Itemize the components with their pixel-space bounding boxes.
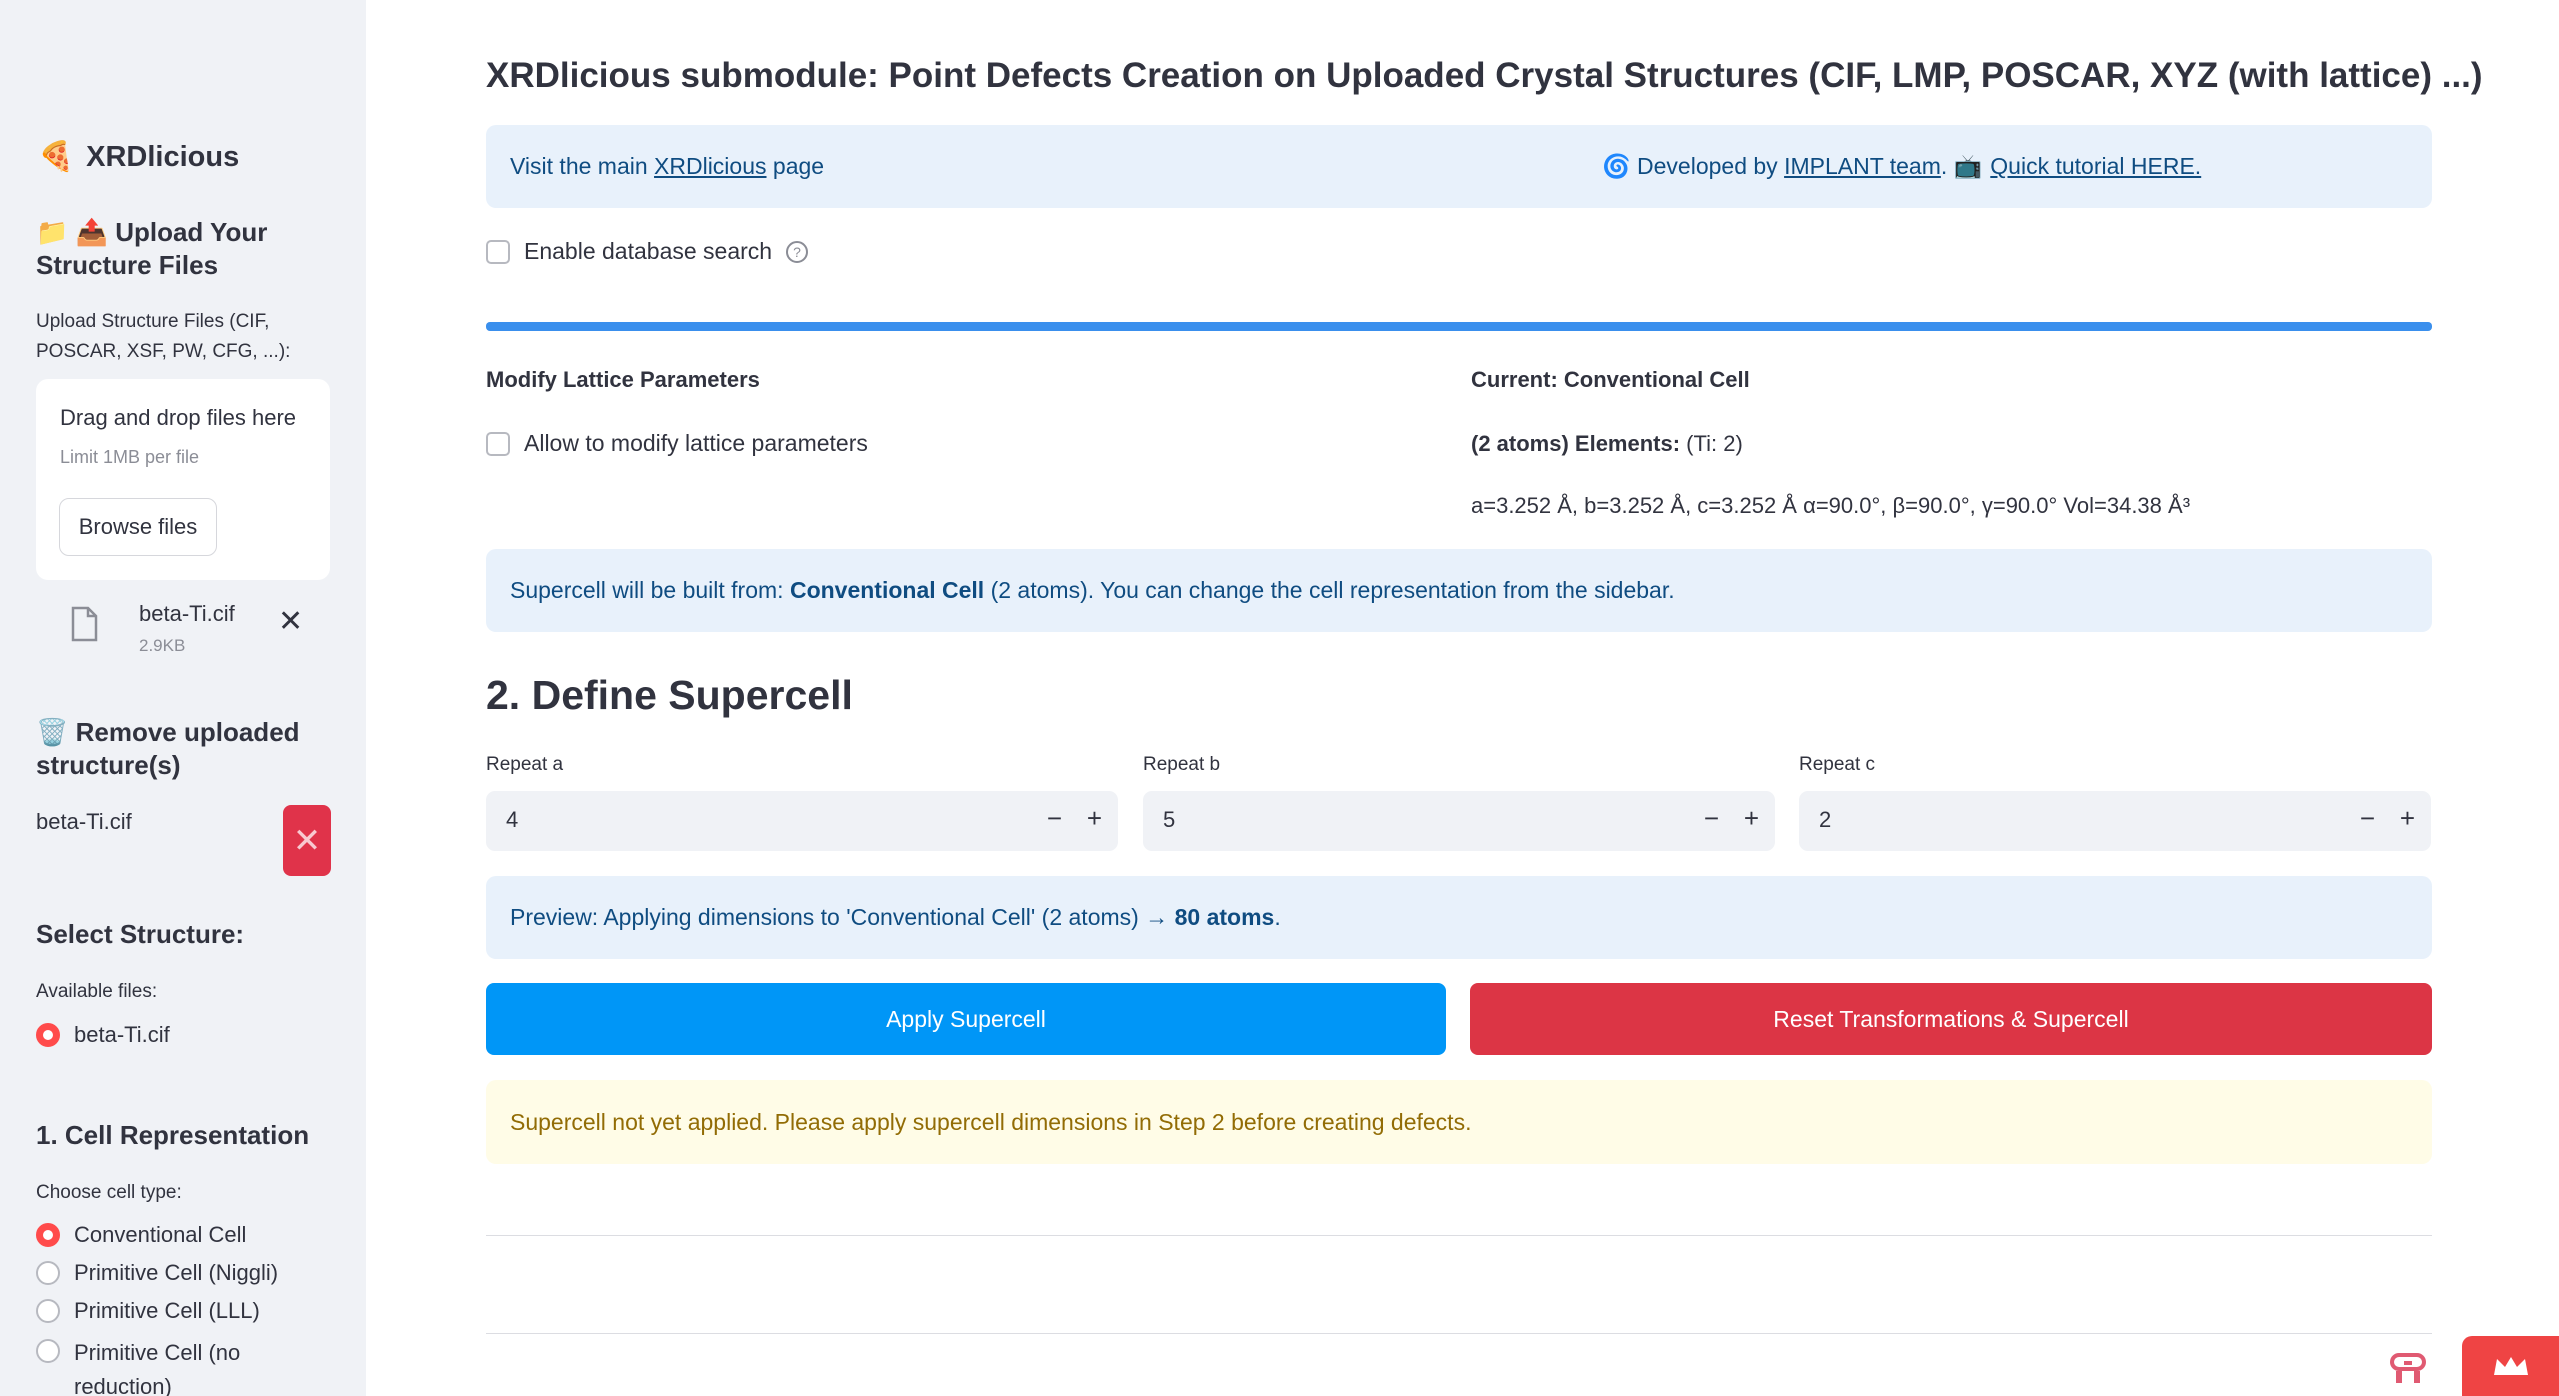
select-structure-heading: Select Structure: bbox=[36, 919, 245, 949]
supercell-info-prefix: Supercell will be built from: bbox=[510, 577, 790, 603]
close-icon[interactable]: ✕ bbox=[278, 604, 303, 639]
cell-type-label: Choose cell type: bbox=[36, 1182, 182, 1203]
page-title: XRDlicious submodule: Point Defects Crea… bbox=[486, 56, 2483, 95]
uploaded-file-item: beta-Ti.cif 2.9KB ✕ bbox=[36, 588, 330, 668]
elements-label: (2 atoms) Elements: bbox=[1471, 431, 1681, 456]
cell-option-label: Conventional Cell bbox=[74, 1222, 247, 1247]
upload-heading: 📁 📤 Upload Your Structure Files bbox=[36, 217, 268, 280]
define-supercell-heading: 2. Define Supercell bbox=[486, 672, 853, 718]
repeat-c-value[interactable]: 2 bbox=[1819, 807, 1831, 833]
preview-atoms: 80 atoms bbox=[1174, 904, 1275, 930]
brand-label: XRDlicious bbox=[86, 140, 240, 173]
cell-representation-heading: 1. Cell Representation bbox=[36, 1120, 310, 1150]
spiral-icon: 🌀 bbox=[1602, 153, 1631, 179]
supercell-info-suffix: (2 atoms). You can change the cell repre… bbox=[984, 577, 1675, 603]
minus-icon[interactable]: − bbox=[2360, 803, 2375, 834]
plus-icon[interactable]: + bbox=[2400, 803, 2415, 834]
uploaded-file-name: beta-Ti.cif bbox=[139, 601, 235, 626]
repeat-a-input[interactable]: 4 − + bbox=[486, 791, 1118, 851]
available-file-option[interactable]: beta-Ti.cif bbox=[36, 1022, 170, 1048]
elements-line: (2 atoms) Elements: (Ti: 2) bbox=[1471, 431, 1743, 457]
developed-mid: . bbox=[1940, 153, 1954, 179]
help-icon[interactable]: ? bbox=[786, 240, 809, 263]
repeat-b-label: Repeat b bbox=[1143, 754, 1221, 775]
x-icon: ✕ bbox=[292, 821, 322, 860]
reset-transformations-button[interactable]: Reset Transformations & Supercell bbox=[1470, 983, 2432, 1055]
streamlit-crown-badge[interactable] bbox=[2462, 1336, 2559, 1396]
pizza-icon: 🍕 bbox=[38, 141, 75, 173]
developed-by-box: 🌀 Developed by IMPLANT team . 📺 Quick tu… bbox=[1578, 125, 2432, 208]
radio-empty-icon[interactable] bbox=[36, 1339, 60, 1363]
cell-option-conventional[interactable]: Conventional Cell bbox=[36, 1222, 246, 1248]
sidebar: 🍕 XRDlicious 📁 📤 Upload Your Structure F… bbox=[0, 0, 366, 1396]
remove-item-label: beta-Ti.cif bbox=[36, 809, 132, 834]
quick-tutorial-link[interactable]: Quick tutorial HERE. bbox=[1990, 153, 2201, 180]
modify-lattice-label: Allow to modify lattice parameters bbox=[524, 430, 868, 456]
tv-icon: 📺 bbox=[1953, 153, 1983, 179]
uploaded-file-size: 2.9KB bbox=[139, 636, 186, 655]
divider bbox=[486, 1235, 2432, 1236]
radio-empty-icon[interactable] bbox=[36, 1299, 60, 1323]
file-icon bbox=[71, 606, 98, 642]
crown-icon bbox=[2493, 1357, 2528, 1375]
cell-option-niggli[interactable]: Primitive Cell (Niggli) bbox=[36, 1260, 278, 1286]
preview-info: Preview: Applying dimensions to 'Convent… bbox=[486, 876, 2432, 959]
browse-files-button[interactable]: Browse files bbox=[59, 498, 217, 556]
checkbox[interactable] bbox=[486, 239, 510, 264]
supercell-source-info: Supercell will be built from: Convention… bbox=[486, 549, 2432, 632]
radio-selected-icon[interactable] bbox=[36, 1223, 60, 1247]
elements-value: (Ti: 2) bbox=[1680, 431, 1743, 456]
progress-bar bbox=[486, 322, 2432, 331]
file-dropzone[interactable]: Drag and drop files here Limit 1MB per f… bbox=[36, 379, 330, 580]
cell-option-lll[interactable]: Primitive Cell (LLL) bbox=[36, 1298, 260, 1324]
sidebar-brand: 🍕 XRDlicious bbox=[38, 140, 239, 174]
database-search-label: Enable database search bbox=[524, 238, 773, 264]
apply-supercell-button[interactable]: Apply Supercell bbox=[486, 983, 1446, 1055]
divider bbox=[486, 1333, 2432, 1334]
cell-option-label: Primitive Cell (Niggli) bbox=[74, 1260, 279, 1285]
streamlit-mascot-icon[interactable] bbox=[2386, 1347, 2430, 1391]
minus-icon[interactable]: − bbox=[1047, 803, 1062, 834]
visit-main-box: Visit the main XRDlicious page bbox=[486, 125, 1676, 208]
preview-suffix: . bbox=[1274, 904, 1281, 930]
plus-icon[interactable]: + bbox=[1744, 803, 1759, 834]
implant-team-link[interactable]: IMPLANT team bbox=[1784, 153, 1941, 180]
remove-heading: 🗑️ Remove uploaded structure(s) bbox=[36, 717, 300, 780]
remove-structure-button[interactable]: ✕ bbox=[283, 805, 331, 876]
xrdlicious-link[interactable]: XRDlicious bbox=[654, 153, 766, 180]
database-search-toggle[interactable]: Enable database search ? bbox=[486, 238, 809, 265]
repeat-b-input[interactable]: 5 − + bbox=[1143, 791, 1775, 851]
plus-icon[interactable]: + bbox=[1087, 803, 1102, 834]
lattice-params: a=3.252 Å, b=3.252 Å, c=3.252 Å α=90.0°,… bbox=[1471, 493, 2191, 518]
repeat-c-label: Repeat c bbox=[1799, 754, 1876, 775]
cell-option-no-reduction[interactable]: Primitive Cell (no reduction) bbox=[36, 1336, 326, 1396]
main-content: XRDlicious submodule: Point Defects Crea… bbox=[366, 0, 2559, 1396]
lattice-heading: Modify Lattice Parameters bbox=[486, 367, 760, 392]
visit-suffix: page bbox=[766, 153, 825, 179]
progress-fill bbox=[486, 322, 2432, 331]
cell-option-label: Primitive Cell (no reduction) bbox=[74, 1340, 241, 1396]
preview-prefix: Preview: Applying dimensions to 'Convent… bbox=[510, 904, 1175, 930]
repeat-c-input[interactable]: 2 − + bbox=[1799, 791, 2431, 851]
dropzone-title: Drag and drop files here bbox=[60, 405, 297, 430]
modify-lattice-toggle[interactable]: Allow to modify lattice parameters bbox=[486, 430, 868, 457]
minus-icon[interactable]: − bbox=[1704, 803, 1719, 834]
dropzone-limit: Limit 1MB per file bbox=[60, 447, 200, 467]
available-files-label: Available files: bbox=[36, 981, 158, 1002]
available-file-label: beta-Ti.cif bbox=[74, 1022, 170, 1047]
upload-label: Upload Structure Files (CIF, POSCAR, XSF… bbox=[36, 311, 291, 362]
repeat-a-value[interactable]: 4 bbox=[506, 807, 518, 833]
repeat-a-label: Repeat a bbox=[486, 754, 564, 775]
supercell-info-bold: Conventional Cell bbox=[789, 577, 985, 603]
current-cell-heading: Current: Conventional Cell bbox=[1471, 367, 1750, 392]
cell-option-label: Primitive Cell (LLL) bbox=[74, 1298, 260, 1323]
supercell-warning: Supercell not yet applied. Please apply … bbox=[486, 1080, 2432, 1164]
radio-empty-icon[interactable] bbox=[36, 1261, 60, 1285]
repeat-b-value[interactable]: 5 bbox=[1163, 807, 1175, 833]
visit-prefix: Visit the main bbox=[510, 153, 655, 179]
checkbox[interactable] bbox=[486, 431, 510, 456]
radio-selected-icon[interactable] bbox=[36, 1023, 60, 1047]
developed-prefix: Developed by bbox=[1630, 153, 1785, 179]
